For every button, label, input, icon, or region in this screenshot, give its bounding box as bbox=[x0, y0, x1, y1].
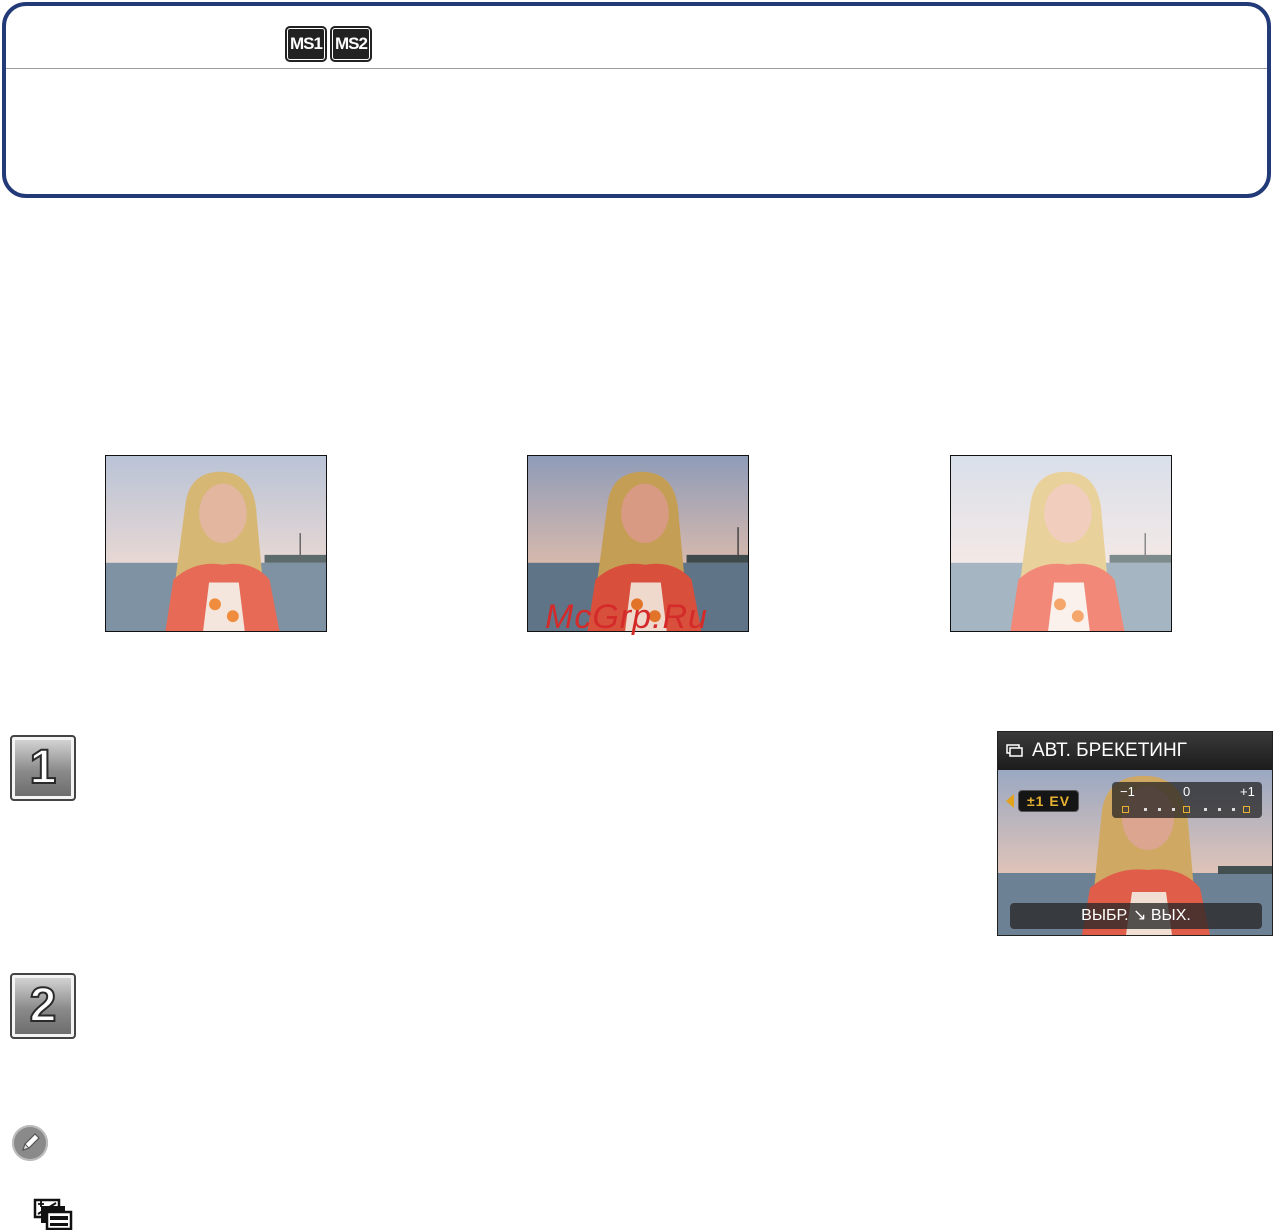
scale-label-plus: +1 bbox=[1240, 784, 1255, 799]
auto-bracket-icon bbox=[1006, 744, 1023, 757]
scale-marker bbox=[1183, 806, 1190, 813]
scale-tick bbox=[1204, 808, 1207, 811]
ev-selector[interactable]: ±1 EV bbox=[1006, 790, 1080, 812]
scale-marker bbox=[1243, 806, 1250, 813]
scale-tick bbox=[1172, 808, 1175, 811]
example-photo-underexposed bbox=[105, 455, 327, 632]
ms1-mode-icon: MS1 bbox=[285, 26, 327, 62]
ev-value: ±1 EV bbox=[1018, 790, 1080, 812]
mode-icons: MS1 MS2 bbox=[285, 26, 372, 62]
pencil-note-icon bbox=[12, 1125, 48, 1161]
ms2-mode-icon: MS2 bbox=[330, 26, 372, 62]
left-arrow-icon[interactable] bbox=[1006, 794, 1014, 808]
scale-label-minus: −1 bbox=[1120, 784, 1135, 799]
lcd-bottom-bar: ВЫБР. ↘ ВЫХ. bbox=[1010, 903, 1262, 929]
header-divider bbox=[6, 68, 1267, 69]
portrait-photo-icon bbox=[951, 456, 1171, 631]
lcd-title-text: АВТ. БРЕКЕТИНГ bbox=[1032, 740, 1187, 761]
portrait-photo-icon bbox=[106, 456, 326, 631]
header-box: MS1 MS2 bbox=[2, 2, 1271, 198]
exposure-scale: −1 0 +1 bbox=[1112, 782, 1262, 818]
scale-marker bbox=[1122, 806, 1129, 813]
step-1-badge: 1 bbox=[10, 735, 76, 801]
watermark-text: McGrp.Ru bbox=[545, 598, 708, 636]
step-2-badge: 2 bbox=[10, 973, 76, 1039]
example-photo-overexposed bbox=[950, 455, 1172, 632]
scale-tick bbox=[1232, 808, 1235, 811]
scale-tick bbox=[1218, 808, 1221, 811]
scale-label-zero: 0 bbox=[1183, 784, 1191, 799]
lcd-title-bar: АВТ. БРЕКЕТИНГ bbox=[998, 732, 1272, 770]
scale-tick bbox=[1144, 808, 1147, 811]
pencil-icon bbox=[22, 1133, 40, 1151]
camera-lcd-screen: АВТ. БРЕКЕТИНГ ±1 EV −1 0 +1 ВЫБР. ↘ ВЫХ… bbox=[997, 731, 1273, 936]
scale-tick bbox=[1158, 808, 1161, 811]
auto-bracket-icon bbox=[33, 1198, 73, 1230]
